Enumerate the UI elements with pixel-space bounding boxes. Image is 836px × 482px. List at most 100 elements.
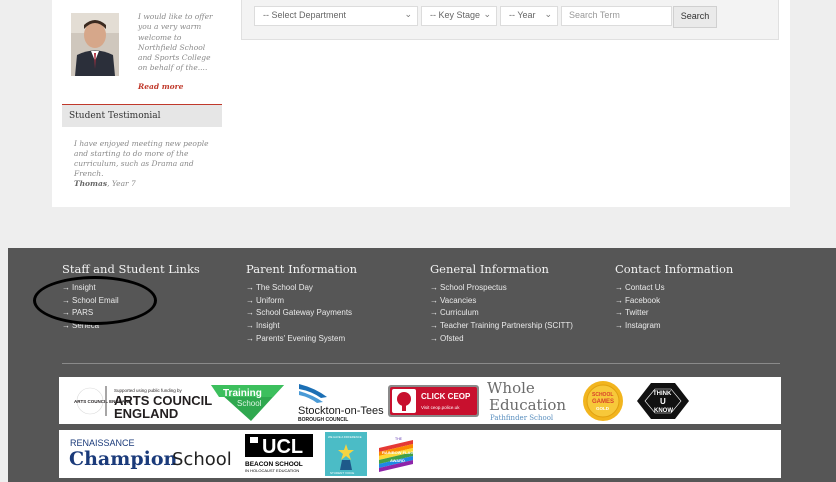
ceop-title: CLICK CEOP (421, 392, 471, 401)
arts-council-england-logo[interactable]: ARTS COUNCIL ENGLAND Supported using pub… (74, 386, 212, 421)
footer-link-label: Seneca (72, 321, 100, 331)
search-button[interactable]: Search (673, 6, 717, 28)
chevron-down-icon: ⌄ (544, 9, 552, 19)
school-games-line1: SCHOOL (592, 392, 613, 398)
footer-link-label: Vacancies (440, 295, 477, 305)
footer-divider (62, 363, 780, 364)
champion-text: Champion (69, 448, 178, 470)
ucl-text: UCL (262, 436, 303, 458)
search-input-placeholder: Search Term (569, 10, 620, 20)
footer-link-label: The School Day (256, 283, 313, 292)
school-games-line3: GOLD (596, 406, 610, 411)
read-more-link[interactable]: Read more (138, 82, 183, 91)
footer-link-label: Insight (72, 283, 96, 292)
footer-link-label: Ofsted (440, 333, 464, 343)
footer-column-staff-student-links: Staff and Student Links → Insight → School… (62, 262, 200, 333)
chevron-down-icon: ⌄ (483, 9, 491, 19)
footer-link-insight-parent[interactable]: → Insight (246, 320, 357, 333)
school-games-line2: GAMES (592, 399, 614, 405)
testimonial-quote: I have enjoyed meeting new people and st… (74, 139, 209, 178)
rainbow-line2: RAINBOW FLAG (382, 450, 414, 455)
year-select[interactable]: -- Year ⌄ (500, 6, 558, 26)
whole-line2: Education (489, 396, 566, 414)
school-text: School (172, 449, 232, 470)
think-line3: KNOW (654, 408, 673, 414)
footer-column-title: Parent Information (246, 262, 358, 276)
whole-line1: Whole (487, 379, 535, 397)
footer-link-contact-us[interactable]: → Contact Us (615, 282, 733, 295)
footer-link-insight[interactable]: → Insight (62, 282, 200, 295)
footer-link-label: School Gateway Payments (256, 308, 353, 318)
department-select[interactable]: -- Select Department ⌄ (254, 6, 418, 26)
school-games-gold-logo[interactable]: SCHOOL GAMES GOLD (583, 381, 623, 421)
training-school-logo[interactable]: Training School (211, 385, 284, 421)
footer-link-label: School Email (72, 295, 119, 305)
ceop-sub: Visit ceop.police.uk (421, 405, 460, 410)
footer-link-ofsted[interactable]: → Ofsted (430, 333, 573, 346)
footer-link-label: Insight (256, 321, 280, 331)
ucl-beacon-school-logo[interactable]: UCL BEACON SCHOOL IN HOLOCAUST EDUCATION (245, 434, 313, 473)
footer-link-label: Parents' Evening System (256, 333, 346, 343)
accreditation-logo-strip-2: RENAISSANCE Champion School UCL BEACON S… (59, 430, 781, 478)
footer-link-label: Contact Us (625, 283, 665, 292)
search-input[interactable]: Search Term (561, 6, 672, 26)
ceop-logo[interactable]: CLICK CEOP Visit ceop.police.uk (388, 385, 479, 417)
footer-link-school-gateway-payments[interactable]: → School Gateway Payments (246, 307, 357, 320)
renaissance-champion-school-logo[interactable]: RENAISSANCE Champion School (69, 438, 232, 470)
footer-link-label: Facebook (625, 295, 661, 305)
footer-column-general-information: General Information → School Prospectus →… (430, 262, 573, 346)
headteacher-photo (71, 13, 119, 76)
year-select-value: -- Year (509, 10, 536, 20)
stockton-line1: Stockton-on-Tees (298, 405, 384, 417)
footer-column-contact-information: Contact Information → Contact Us → Faceboo… (615, 262, 733, 333)
key-stage-select-value: -- Key Stage (430, 10, 481, 20)
footer-link-label: Uniform (256, 295, 285, 305)
footer-link-teacher-training-partnership[interactable]: → Teacher Training Partnership (SCITT) (430, 320, 573, 333)
beacon-line1: BEACON SCHOOL (245, 461, 303, 468)
key-stage-select[interactable]: -- Key Stage ⌄ (421, 6, 497, 26)
footer-link-instagram[interactable]: → Instagram (615, 320, 733, 333)
footer-link-the-school-day[interactable]: → The School Day (246, 282, 357, 295)
footer-link-vacancies[interactable]: → Vacancies (430, 295, 573, 308)
accreditation-logo-strip-1: ARTS COUNCIL ENGLAND Supported using pub… (59, 377, 781, 424)
testimonial-heading-bar: Student Testimonial (62, 104, 222, 127)
beacon-line2: IN HOLOCAUST EDUCATION (245, 468, 299, 473)
student-voice-award-logo[interactable]: WE HAVE A DIFFERENCE STUDENT VOICE (325, 432, 367, 476)
stockton-line2: BOROUGH COUNCIL (298, 417, 348, 423)
footer-link-school-email[interactable]: → School Email (62, 295, 200, 308)
rainbow-flag-award-logo[interactable]: THE RAINBOW FLAG AWARD (377, 434, 417, 474)
footer-link-label: Twitter (625, 308, 649, 318)
rainbow-line3: AWARD (390, 458, 405, 463)
stockton-council-logo[interactable]: Stockton-on-Tees BOROUGH COUNCIL (298, 384, 384, 423)
footer-link-curriculum[interactable]: → Curriculum (430, 307, 573, 320)
footer-column-title: General Information (430, 262, 549, 276)
rainbow-line1: THE (395, 437, 403, 441)
footer-link-twitter[interactable]: → Twitter (615, 307, 733, 320)
footer-column-parent-information: Parent Information → The School Day → Unif… (246, 262, 357, 346)
greeting-excerpt: I would like to offer you a very warm we… (138, 12, 213, 73)
footer-link-pars[interactable]: → PARS (62, 307, 200, 320)
testimonial-author-year: , Year 7 (107, 179, 136, 188)
award1-top: WE HAVE A DIFFERENCE (328, 435, 362, 439)
footer-link-parents-evening-system[interactable]: → Parents' Evening System (246, 333, 357, 346)
footer-link-school-prospectus[interactable]: → School Prospectus (430, 282, 573, 295)
footer-link-label: Teacher Training Partnership (SCITT) (440, 321, 573, 331)
training-school-text: Training (223, 388, 262, 399)
arts-council-line2: ENGLAND (114, 406, 178, 421)
footer-link-label: Curriculum (440, 308, 479, 318)
department-select-value: -- Select Department (263, 10, 347, 20)
footer-link-facebook[interactable]: → Facebook (615, 295, 733, 308)
testimonial-author-name: Thomas (74, 179, 108, 188)
footer-link-label: Instagram (625, 321, 661, 331)
think-u-know-logo[interactable]: THINK U KNOW (637, 383, 689, 419)
renaissance-text: RENAISSANCE (70, 438, 135, 448)
award1-bottom: STUDENT VOICE (330, 471, 354, 475)
training-school-sub: School (237, 399, 262, 408)
whole-line3: Pathfinder School (490, 414, 554, 422)
footer-column-title: Contact Information (615, 262, 734, 276)
footer-link-seneca[interactable]: → Seneca (62, 320, 200, 333)
footer-link-label: PARS (72, 308, 94, 318)
whole-education-logo[interactable]: Whole Education Pathfinder School (487, 379, 566, 422)
footer-link-uniform[interactable]: → Uniform (246, 295, 357, 308)
testimonial-author: Thomas, Year 7 (74, 179, 136, 188)
